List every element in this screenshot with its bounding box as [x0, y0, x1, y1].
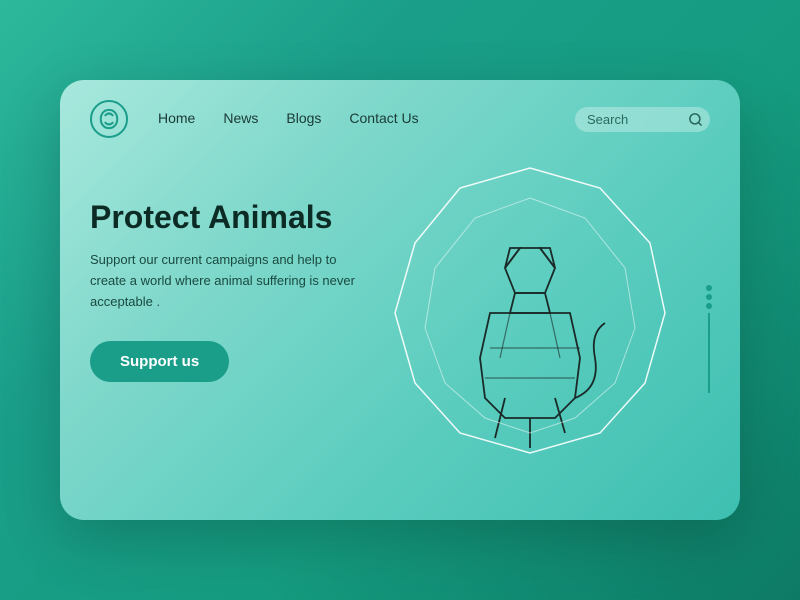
search-box[interactable]	[575, 107, 710, 132]
scroll-dot-1	[706, 285, 712, 291]
support-button[interactable]: Support us	[90, 341, 229, 382]
hero-description: Support our current campaigns and help t…	[90, 250, 370, 312]
scroll-indicator	[706, 285, 712, 393]
scroll-dot-3	[706, 303, 712, 309]
nav-item-blogs[interactable]: Blogs	[286, 110, 321, 128]
search-icon	[688, 112, 703, 127]
nav-links: Home News Blogs Contact Us	[158, 110, 575, 128]
nav-item-home[interactable]: Home	[158, 110, 195, 128]
scroll-line	[708, 313, 710, 393]
hero-title: Protect Animals	[90, 198, 370, 236]
logo	[90, 100, 128, 138]
scroll-dot-2	[706, 294, 712, 300]
hero-section: Protect Animals Support our current camp…	[60, 158, 740, 520]
navbar: Home News Blogs Contact Us	[60, 80, 740, 158]
search-input[interactable]	[587, 112, 682, 127]
cat-illustration	[380, 148, 680, 520]
scroll-dots	[706, 285, 712, 309]
nav-item-contact[interactable]: Contact Us	[349, 110, 418, 128]
main-card: Home News Blogs Contact Us Protect Anima…	[60, 80, 740, 520]
nav-item-news[interactable]: News	[223, 110, 258, 128]
hero-text: Protect Animals Support our current camp…	[90, 168, 370, 382]
